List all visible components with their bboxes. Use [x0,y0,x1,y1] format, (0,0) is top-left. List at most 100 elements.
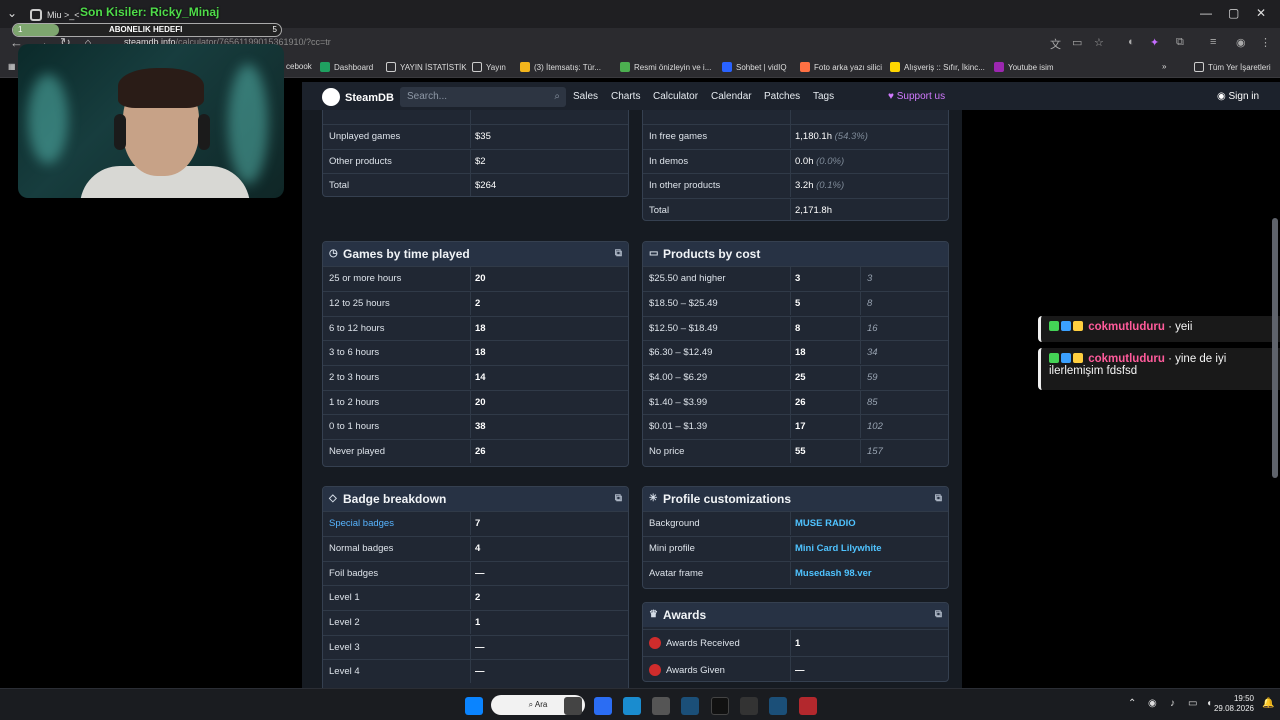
nav-tags[interactable]: Tags [813,91,834,102]
nav-sales[interactable]: Sales [573,91,598,102]
nav-calendar[interactable]: Calendar [711,91,752,102]
card-icon: ▭ [649,248,659,259]
table-row: Avatar frame Musedash 98.ver [643,561,948,585]
table-row: $6.30 – $12.49 18 34 [643,340,948,364]
calculator-icon[interactable] [652,697,670,715]
table-row: Never played 26 [323,439,628,463]
streamer-hair [118,68,204,108]
bookmark-item[interactable]: Youtube isim [994,62,1054,72]
background-link[interactable]: MUSE RADIO [795,512,856,536]
bookmark-star-icon[interactable]: ☆ [1094,36,1104,49]
extensions-puzzle-icon[interactable]: ⧉ [1176,36,1184,49]
folder-icon [386,62,396,72]
search-input[interactable]: Search... ⌕ [400,87,566,107]
sparkle-icon: ✳ [649,493,658,504]
cast-icon[interactable]: ▭ [1072,36,1082,49]
mini-profile-link[interactable]: Mini Card Lilywhite [795,537,882,561]
nav-patches[interactable]: Patches [764,91,800,102]
apps-grid-icon[interactable]: ▦ [8,62,16,71]
terminal-icon[interactable] [564,697,582,715]
table-row: $1.40 – $3.99 26 85 [643,390,948,414]
menu-dots-icon[interactable]: ⋮ [1260,36,1271,49]
table-row: Level 4— [323,659,628,683]
chat-badge-icon [1073,321,1083,331]
bookmark-item[interactable]: Yayın [472,62,506,72]
obs-icon[interactable] [740,697,758,715]
external-link-icon[interactable]: ⧉ [615,487,622,511]
awards-panel: ♛ Awards ⧉ Awards Received 1 Awards Given — [642,602,949,682]
start-icon[interactable] [465,697,483,715]
bookmark-favicon-icon [890,62,900,72]
tab-favicon-icon [30,9,42,21]
bookmark-item[interactable]: (3) İtemsatış: Tür... [520,62,601,72]
edge-icon[interactable] [623,697,641,715]
chat-badge-icon [1049,321,1059,331]
bookmark-favicon-icon [320,62,330,72]
bookmark-item[interactable]: YAYIN İSTATİSTİK [386,62,467,72]
maximize-icon[interactable]: ▢ [1228,6,1239,20]
nav-calculator[interactable]: Calculator [653,91,698,102]
bookmark-item[interactable]: Foto arka yazı silici [800,62,882,72]
tab-search-icon[interactable]: ≡ [1210,36,1216,48]
network-icon[interactable]: ▭ [1188,698,1197,709]
bookmarks-overflow-icon[interactable]: » [1162,62,1166,71]
external-link-icon[interactable]: ⧉ [935,487,942,511]
headphone-left [114,114,126,150]
bookmark-item[interactable]: Resmi önizleyin ve i... [620,62,711,72]
stream-recent-subs: Son Kisiler: Ricky_Minaj [80,5,220,19]
minimize-icon[interactable]: — [1200,6,1212,20]
profile-customizations-panel: ✳ Profile customizations ⧉ Background MUSE … [642,486,949,589]
bookmark-item[interactable]: Dashboard [320,62,373,72]
special-badges-link[interactable]: Special badges [329,512,394,536]
mic-icon[interactable]: ♪ [1170,698,1175,709]
extension-icon[interactable]: ✦ [1150,36,1159,49]
close-icon[interactable]: ✕ [1256,6,1266,20]
bookmark-item-all[interactable]: Tüm Yer İşaretleri [1194,62,1271,72]
headphone-right [198,114,210,150]
games-by-time-panel: ◷ Games by time played ⧉ 25 or more hours 2… [322,241,629,467]
translate-icon[interactable]: 文 [1050,36,1061,52]
chat-badge-icon [1073,353,1083,363]
steam-icon[interactable] [681,697,699,715]
sub-goal-bar: 1 ABONELIK HEDEFI 5 [12,23,282,37]
tray-overflow-icon[interactable]: ⌃ [1128,698,1136,709]
page-scrollbar[interactable] [1272,218,1278,478]
nav-charts[interactable]: Charts [611,91,640,102]
search-icon[interactable]: ⌕ [554,87,560,107]
panel-header: ◇ Badge breakdown ⧉ [323,487,628,511]
bookmark-item[interactable]: cebook [286,62,312,71]
table-row: Awards Received 1 [643,629,948,656]
sign-in-link[interactable]: ◉ Sign in [1217,91,1259,102]
app-icon[interactable] [799,697,817,715]
bookmark-favicon-icon [994,62,1004,72]
sub-goal-target: 5 [272,25,277,34]
taskbar-clock[interactable]: 19:50 29.08.2026 [1214,694,1254,714]
tab-list-chevron-icon[interactable]: ⌄ [7,6,17,20]
extension-icon[interactable]: ◐ [1128,36,1135,48]
support-us-link[interactable]: ♥ Support us [888,91,945,102]
steam-icon[interactable] [769,697,787,715]
table-row: Level 12 [323,585,628,609]
tab-title: Miu >_< [47,10,80,20]
tiktok-icon[interactable] [711,697,729,715]
webcam-light [28,74,68,164]
steamdb-logo[interactable]: SteamDB [322,88,394,106]
hours-summary-table: In free games 1,180.1h (54.3%) In demos 0.… [642,110,949,221]
panel-header: ✳ Profile customizations ⧉ [643,487,948,511]
chat-badge-icon [1049,353,1059,363]
chrome-icon[interactable] [594,697,612,715]
external-link-icon[interactable]: ⧉ [615,242,622,266]
table-row: Total 2,171.8h [643,198,948,220]
external-link-icon[interactable]: ⧉ [935,603,942,627]
profile-avatar-icon[interactable]: ◉ [1236,36,1246,49]
notification-bell-icon[interactable]: 🔔 [1262,698,1274,709]
folder-icon [472,62,482,72]
bookmark-item[interactable]: Alışveriş :: Sıfır, İkinc... [890,62,985,72]
avatar-frame-link[interactable]: Musedash 98.ver [795,562,872,586]
volume-icon[interactable]: ◖ [1206,698,1212,709]
screen: ⌄ Miu >_< — ▢ ✕ ← → ↻ ⌂ steamdb.info/cal… [0,0,1280,720]
table-row: Normal badges 4 [323,536,628,560]
steam-tray-icon[interactable]: ◉ [1148,698,1157,709]
bookmark-item[interactable]: Sohbet | vidIQ [722,62,787,72]
cost-summary-table: Unplayed games $35 Other products $2 Total… [322,110,629,197]
